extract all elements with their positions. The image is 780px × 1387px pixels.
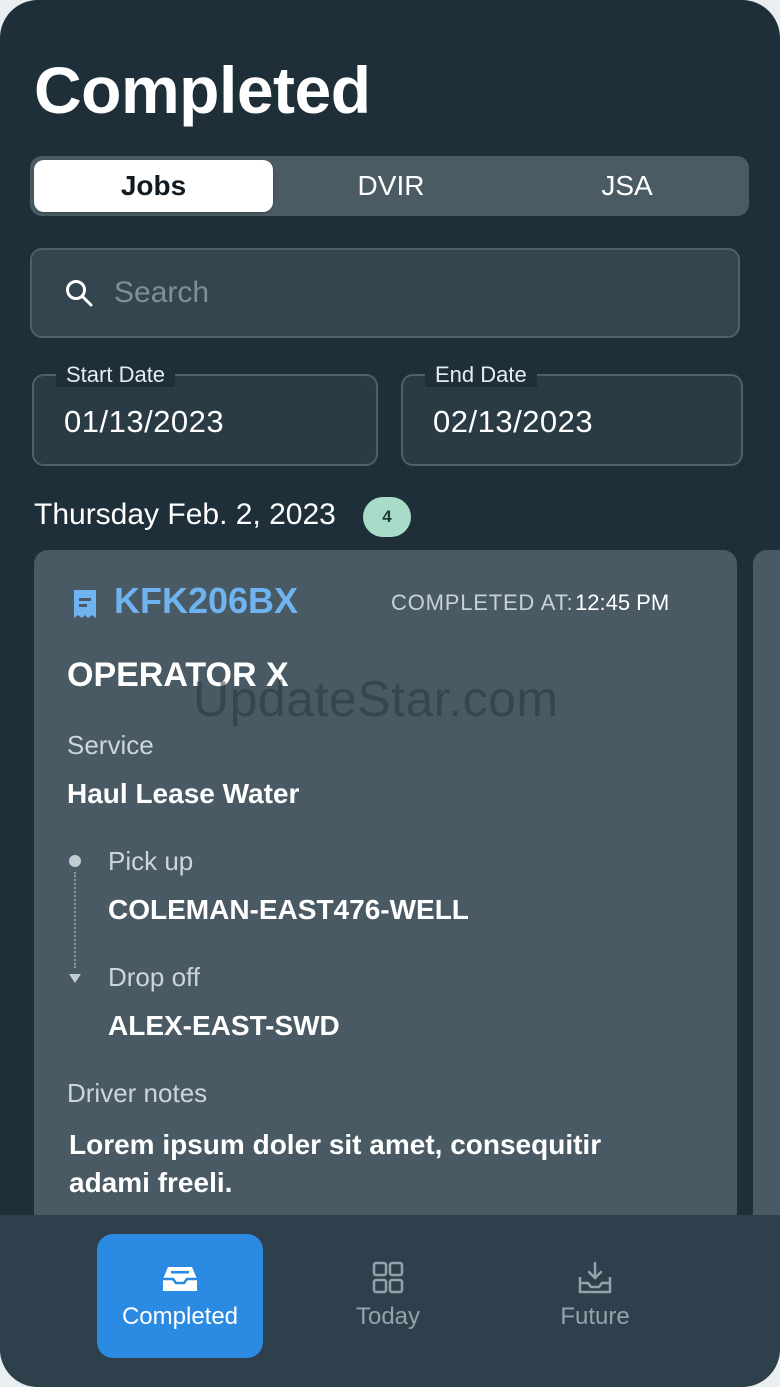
segmented-tabs: Jobs DVIR JSA bbox=[30, 156, 749, 216]
nav-future[interactable]: Future bbox=[512, 1234, 678, 1358]
driver-notes-label: Driver notes bbox=[67, 1078, 208, 1108]
page-title: Completed bbox=[34, 53, 371, 127]
tab-jsa[interactable]: JSA bbox=[509, 160, 745, 212]
next-job-card[interactable] bbox=[753, 550, 780, 1270]
end-date-value: 02/13/2023 bbox=[433, 404, 594, 439]
app-screen: Completed Jobs DVIR JSA Start Date 01/13… bbox=[0, 0, 780, 1387]
dropoff-value: ALEX-EAST-SWD bbox=[108, 1010, 340, 1041]
search-input[interactable] bbox=[114, 276, 674, 310]
bottom-navigation: Completed Today Future bbox=[0, 1215, 780, 1387]
route-line bbox=[74, 872, 76, 968]
search-icon bbox=[66, 280, 93, 307]
job-id: KFK206BX bbox=[114, 580, 299, 621]
grid-icon bbox=[372, 1261, 404, 1294]
end-date-label: End Date bbox=[425, 363, 537, 387]
dropoff-label: Drop off bbox=[108, 962, 201, 992]
nav-future-label: Future bbox=[560, 1303, 630, 1330]
completed-at-label: COMPLETED AT: bbox=[391, 590, 574, 615]
receipt-icon bbox=[74, 590, 96, 618]
job-count-badge: 4 bbox=[363, 497, 411, 537]
nav-completed-label: Completed bbox=[121, 1303, 239, 1330]
inbox-icon bbox=[163, 1267, 197, 1291]
nav-today-label: Today bbox=[355, 1303, 421, 1330]
start-date-value: 01/13/2023 bbox=[64, 404, 225, 439]
pickup-value: COLEMAN-EAST476-WELL bbox=[108, 894, 469, 925]
service-label: Service bbox=[67, 730, 154, 760]
search-bar[interactable] bbox=[30, 248, 740, 338]
service-value: Haul Lease Water bbox=[67, 778, 300, 809]
tab-jobs[interactable]: Jobs bbox=[34, 160, 273, 212]
watermark: UpdateStar.com bbox=[193, 671, 559, 727]
start-date-label: Start Date bbox=[56, 363, 176, 387]
job-card[interactable]: KFK206BX COMPLETED AT: 12:45 PM OPERATOR… bbox=[34, 550, 737, 1270]
pickup-label: Pick up bbox=[108, 846, 194, 876]
route-start-dot-icon bbox=[69, 855, 81, 867]
start-date-field[interactable]: Start Date 01/13/2023 bbox=[32, 363, 378, 466]
end-date-field[interactable]: End Date 02/13/2023 bbox=[401, 363, 743, 466]
driver-notes-value: Lorem ipsum doler sit amet, consequitir … bbox=[69, 1129, 602, 1198]
nav-completed[interactable]: Completed bbox=[97, 1234, 263, 1358]
group-date-heading: Thursday Feb. 2, 2023 bbox=[34, 498, 336, 531]
tray-download-icon bbox=[578, 1261, 612, 1294]
tab-dvir[interactable]: DVIR bbox=[273, 160, 509, 212]
completed-at-time: 12:45 PM bbox=[575, 590, 670, 615]
route-arrow-down-icon bbox=[69, 974, 81, 983]
nav-today[interactable]: Today bbox=[305, 1234, 471, 1358]
